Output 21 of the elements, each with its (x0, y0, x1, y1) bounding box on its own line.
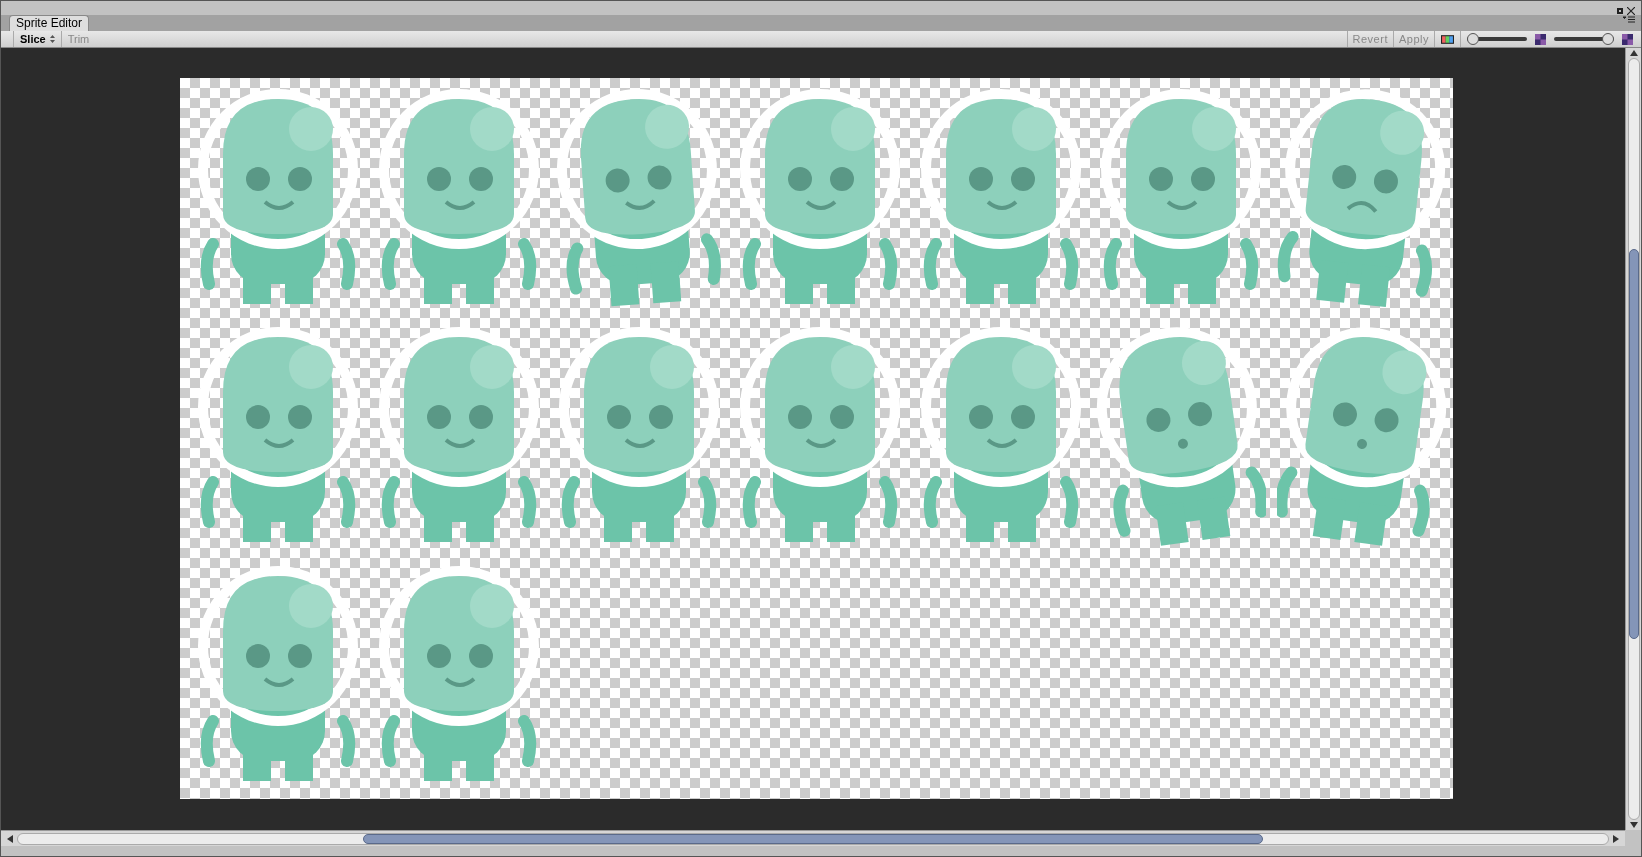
scroll-thumb[interactable] (1628, 249, 1639, 639)
scroll-right-icon[interactable] (1613, 834, 1619, 843)
zoom-slider[interactable] (1467, 33, 1527, 45)
scroll-thumb[interactable] (363, 833, 1263, 844)
zoom-slider[interactable] (1554, 33, 1614, 45)
window-tab[interactable]: Sprite Editor (9, 15, 90, 31)
checker-icon (1622, 33, 1633, 45)
menu-icon[interactable] (1623, 16, 1635, 23)
vertical-scrollbar[interactable] (1625, 48, 1641, 830)
scroll-left-icon[interactable] (7, 834, 13, 843)
maximize-icon[interactable] (1617, 8, 1623, 14)
slice-dropdown[interactable]: Slice (13, 31, 61, 47)
checker-icon (1535, 33, 1546, 45)
slider-thumb[interactable] (1602, 33, 1614, 45)
horizontal-scrollbar[interactable] (1, 830, 1625, 846)
scroll-up-icon[interactable] (1629, 50, 1638, 56)
updown-caret-icon (49, 35, 55, 43)
rgb-channels-icon[interactable] (1441, 34, 1454, 44)
slider-thumb[interactable] (1467, 33, 1479, 45)
close-icon[interactable] (1627, 7, 1635, 15)
scroll-down-icon[interactable] (1629, 822, 1638, 828)
